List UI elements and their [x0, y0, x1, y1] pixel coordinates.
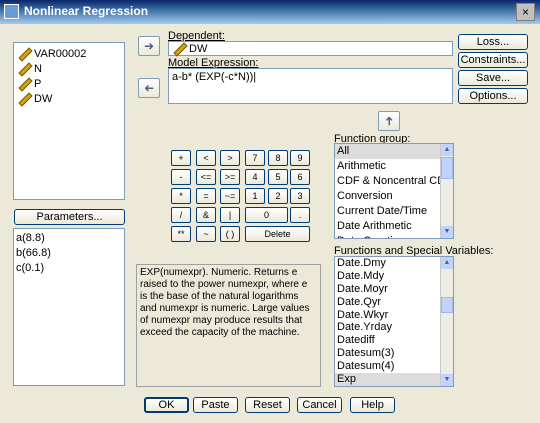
- calc-key[interactable]: &: [196, 207, 216, 223]
- ok-button[interactable]: OK: [144, 397, 189, 413]
- dependent-value: DW: [189, 42, 208, 55]
- function-group-item[interactable]: All: [335, 144, 441, 159]
- variable-list[interactable]: VAR00002 N P DW: [13, 42, 125, 200]
- parameters-button[interactable]: Parameters...: [14, 209, 125, 225]
- scale-variable-icon: [173, 43, 184, 54]
- function-group-item[interactable]: Arithmetic: [335, 159, 441, 174]
- move-back-button[interactable]: ➜: [138, 78, 160, 98]
- title-bar: Nonlinear Regression ×: [0, 0, 540, 24]
- function-item[interactable]: Date.Mdy: [335, 270, 441, 283]
- function-group-item[interactable]: Date Arithmetic: [335, 219, 441, 234]
- parameters-list[interactable]: a(8.8) b(66.8) c(0.1): [13, 228, 125, 386]
- calc-key[interactable]: 7: [245, 150, 265, 166]
- calc-key[interactable]: =: [196, 188, 216, 204]
- close-button[interactable]: ×: [516, 3, 535, 21]
- function-group-scrollbar[interactable]: ▲ ▼: [440, 144, 453, 238]
- function-group-item[interactable]: Conversion: [335, 189, 441, 204]
- scale-variable-icon: [18, 93, 29, 104]
- scale-variable-icon: [18, 78, 29, 89]
- parameter-item[interactable]: b(66.8): [14, 246, 124, 261]
- model-expression-value: a-b* (EXP(-c*N))|: [172, 71, 257, 83]
- calc-key[interactable]: +: [171, 150, 191, 166]
- function-item[interactable]: Exp: [335, 373, 441, 386]
- functions-list[interactable]: Date.Dmy Date.Mdy Date.Moyr Date.Qyr Date.Wk…: [334, 256, 454, 387]
- calc-key[interactable]: <=: [196, 169, 216, 185]
- calc-key[interactable]: 4: [245, 169, 265, 185]
- calc-key[interactable]: 0: [245, 207, 288, 223]
- scroll-up-icon[interactable]: ▲: [441, 257, 453, 269]
- reset-button[interactable]: Reset: [245, 397, 290, 413]
- calc-key[interactable]: 1: [245, 188, 265, 204]
- scale-variable-icon: [18, 63, 29, 74]
- dependent-field[interactable]: DW: [168, 41, 453, 56]
- variable-item[interactable]: VAR00002: [14, 46, 124, 61]
- function-group-item[interactable]: Current Date/Time: [335, 204, 441, 219]
- parameter-item[interactable]: a(8.8): [14, 231, 124, 246]
- window-title: Nonlinear Regression: [24, 4, 149, 18]
- scroll-down-icon[interactable]: ▼: [441, 374, 453, 386]
- variable-item[interactable]: DW: [14, 91, 124, 106]
- calc-key[interactable]: <: [196, 150, 216, 166]
- calc-key[interactable]: **: [171, 226, 191, 242]
- variable-label: N: [34, 62, 42, 75]
- function-item[interactable]: Datesum(3): [335, 347, 441, 360]
- scroll-up-icon[interactable]: ▲: [441, 144, 453, 156]
- variable-item[interactable]: P: [14, 76, 124, 91]
- loss-button[interactable]: Loss...: [458, 34, 528, 50]
- description-text: EXP(numexpr). Numeric. Returns e raised …: [140, 267, 310, 338]
- constraints-button[interactable]: Constraints...: [458, 52, 528, 68]
- save-button[interactable]: Save...: [458, 70, 528, 86]
- arrow-up-icon: ➜: [382, 115, 396, 127]
- calc-key[interactable]: .: [290, 207, 310, 223]
- insert-function-button[interactable]: ➜: [378, 111, 400, 131]
- scale-variable-icon: [18, 48, 29, 59]
- parameter-item[interactable]: c(0.1): [14, 261, 124, 276]
- scroll-thumb[interactable]: [441, 157, 453, 179]
- move-to-dependent-button[interactable]: ➜: [138, 36, 160, 56]
- function-group-list[interactable]: All Arithmetic CDF & Noncentral CDF Convers…: [334, 143, 454, 239]
- scroll-down-icon[interactable]: ▼: [441, 226, 453, 238]
- calc-key[interactable]: ~: [196, 226, 216, 242]
- function-group-item[interactable]: CDF & Noncentral CDF: [335, 174, 441, 189]
- options-button[interactable]: Options...: [458, 88, 528, 104]
- function-item[interactable]: Datediff: [335, 334, 441, 347]
- model-expression-field[interactable]: a-b* (EXP(-c*N))|: [168, 68, 453, 104]
- calc-key[interactable]: 9: [290, 150, 310, 166]
- function-item[interactable]: Date.Yrday: [335, 321, 441, 334]
- variable-label: P: [34, 77, 42, 90]
- calc-key[interactable]: >=: [220, 169, 240, 185]
- delete-button[interactable]: Delete: [245, 226, 310, 242]
- paste-button[interactable]: Paste: [193, 397, 238, 413]
- cancel-button[interactable]: Cancel: [297, 397, 342, 413]
- variable-label: DW: [34, 92, 53, 105]
- arrow-left-icon: ➜: [143, 81, 155, 95]
- calc-key[interactable]: |: [220, 207, 240, 223]
- arrow-right-icon: ➜: [143, 39, 155, 53]
- calc-key[interactable]: 3: [290, 188, 310, 204]
- variable-label: VAR00002: [34, 47, 87, 60]
- function-group-item[interactable]: Date Creation: [335, 234, 441, 238]
- calc-key[interactable]: 5: [268, 169, 288, 185]
- variable-item[interactable]: N: [14, 61, 124, 76]
- function-item[interactable]: Date.Wkyr: [335, 309, 441, 322]
- calc-key[interactable]: /: [171, 207, 191, 223]
- calc-key[interactable]: 8: [268, 150, 288, 166]
- calc-key[interactable]: >: [220, 150, 240, 166]
- help-button[interactable]: Help: [350, 397, 395, 413]
- calc-key[interactable]: *: [171, 188, 191, 204]
- function-description: EXP(numexpr). Numeric. Returns e raised …: [136, 264, 321, 387]
- app-icon: [4, 4, 19, 19]
- function-item[interactable]: Date.Moyr: [335, 283, 441, 296]
- calc-key[interactable]: 2: [268, 188, 288, 204]
- scroll-thumb[interactable]: [441, 297, 453, 313]
- calc-key[interactable]: ~=: [220, 188, 240, 204]
- calc-key[interactable]: -: [171, 169, 191, 185]
- functions-scrollbar[interactable]: ▲ ▼: [440, 257, 453, 386]
- function-item[interactable]: Date.Dmy: [335, 257, 441, 270]
- calc-key[interactable]: ( ): [220, 226, 240, 242]
- function-item[interactable]: Datesum(4): [335, 360, 441, 373]
- calc-key[interactable]: 6: [290, 169, 310, 185]
- function-item[interactable]: Date.Qyr: [335, 296, 441, 309]
